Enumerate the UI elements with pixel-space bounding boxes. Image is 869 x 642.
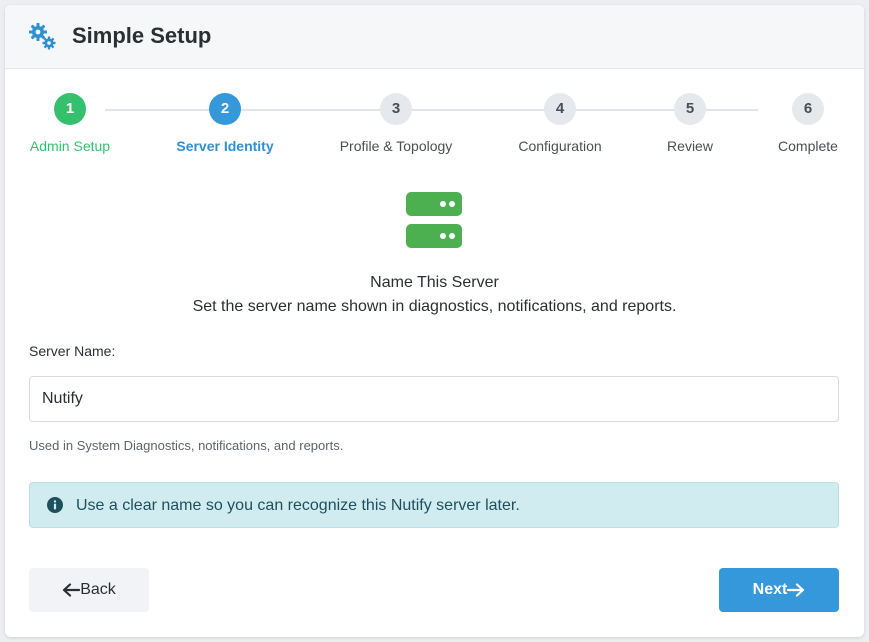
back-button[interactable]: Back: [29, 568, 149, 612]
arrow-right-icon: [787, 583, 805, 597]
info-alert-text: Use a clear name so you can recognize th…: [76, 497, 520, 514]
section-heading: Name This Server: [370, 274, 499, 291]
next-button-label: Next: [752, 581, 788, 598]
step-label: Configuration: [518, 138, 602, 154]
card-header: Simple Setup: [5, 5, 864, 69]
gears-icon: [29, 23, 56, 50]
server-name-input[interactable]: [29, 376, 839, 422]
step-number: 5: [674, 93, 706, 125]
section-description: Set the server name shown in diagnostics…: [192, 298, 677, 315]
step-label: Complete: [778, 138, 838, 154]
next-button[interactable]: Next: [719, 568, 839, 612]
server-name-help-text: Used in System Diagnostics, notification…: [29, 438, 344, 453]
setup-card: Simple Setup 1 Admin Setup 2 Server Iden…: [5, 5, 864, 637]
info-alert: Use a clear name so you can recognize th…: [29, 482, 839, 528]
step-label: Profile & Topology: [339, 138, 453, 154]
step-number: 2: [209, 93, 241, 125]
step-number: 1: [54, 93, 86, 125]
server-name-label: Server Name:: [29, 343, 116, 359]
step-configuration: 4 Configuration: [490, 93, 630, 155]
arrow-left-icon: [63, 583, 81, 597]
step-profile-topology: 3 Profile & Topology: [326, 93, 466, 155]
page-title: Simple Setup: [72, 23, 212, 48]
back-button-label: Back: [80, 581, 116, 598]
setup-stepper: 1 Admin Setup 2 Server Identity 3 Profil…: [5, 69, 864, 169]
info-circle-icon: [47, 497, 63, 513]
step-number: 6: [792, 93, 824, 125]
step-server-identity: 2 Server Identity: [155, 93, 295, 155]
step-label: Server Identity: [176, 138, 274, 154]
step-number: 3: [380, 93, 412, 125]
step-label: Admin Setup: [29, 138, 111, 154]
step-number: 4: [544, 93, 576, 125]
step-complete: 6 Complete: [738, 93, 864, 155]
step-admin-setup: 1 Admin Setup: [5, 93, 140, 155]
server-icon: [406, 192, 462, 248]
